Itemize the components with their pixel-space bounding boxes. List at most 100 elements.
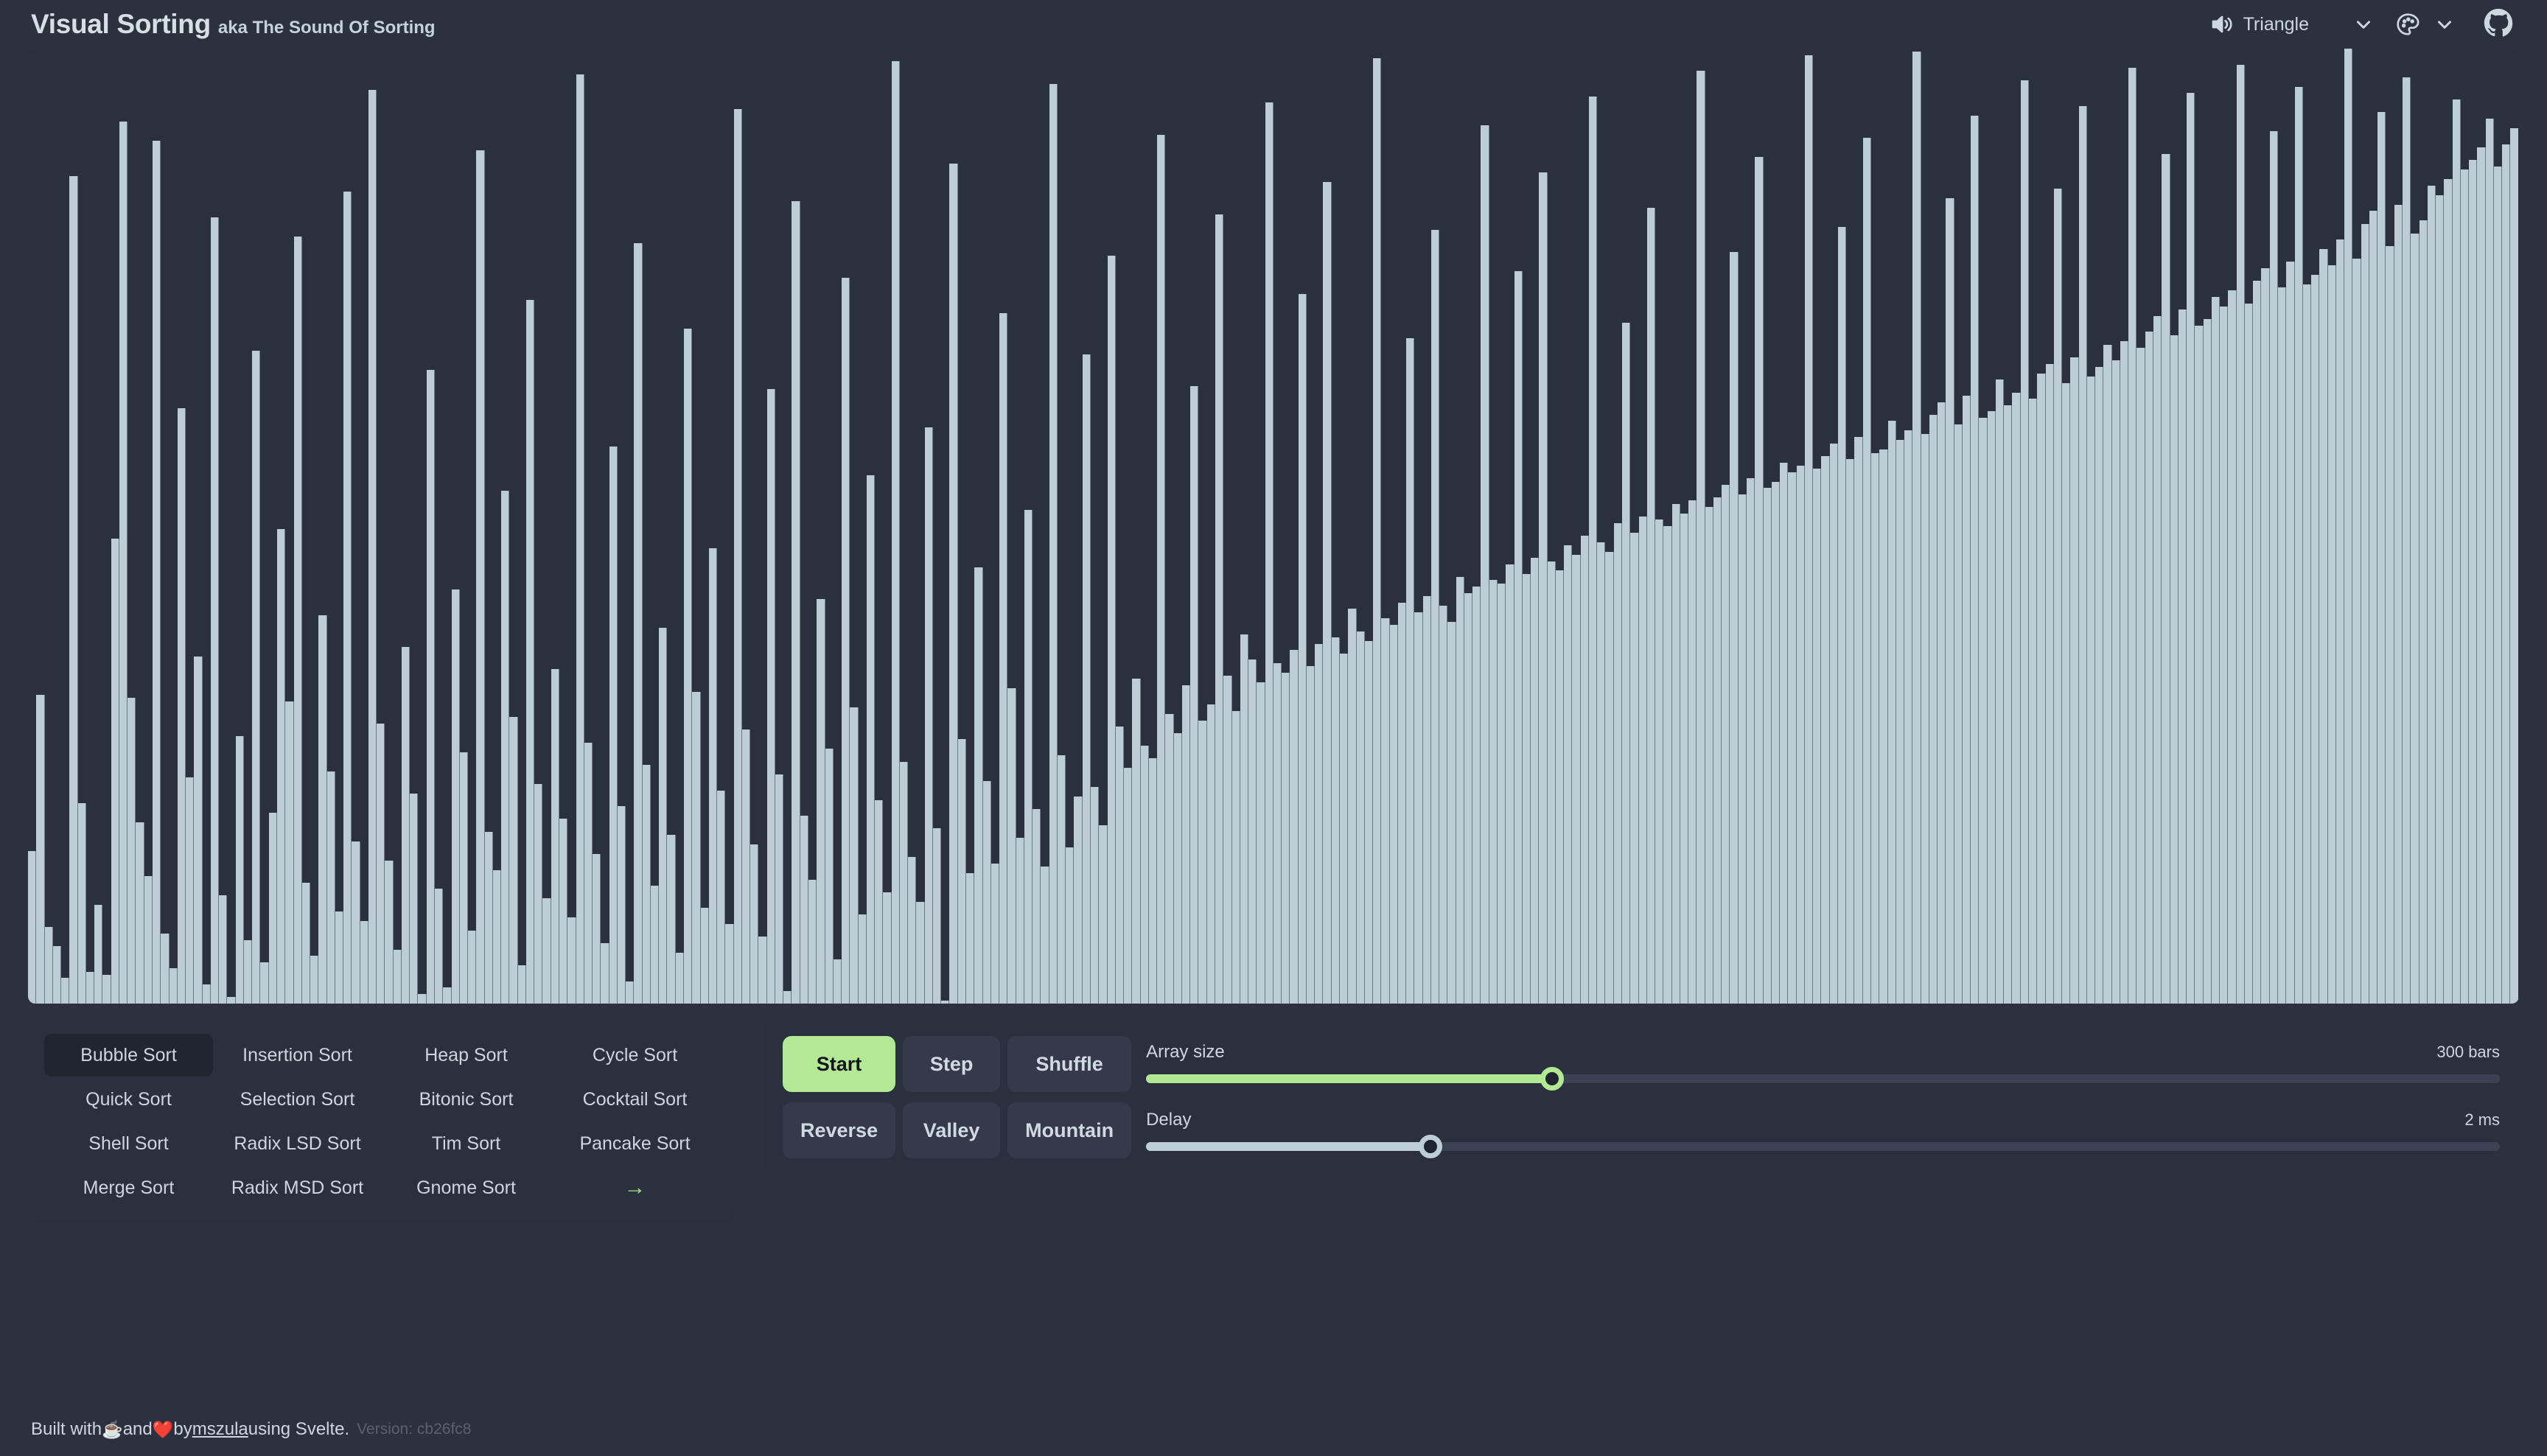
bar	[2037, 373, 2046, 1004]
bar	[368, 90, 377, 1004]
bar	[393, 949, 402, 1004]
bar	[2220, 306, 2229, 1004]
bar	[1066, 847, 1075, 1004]
bar	[443, 987, 452, 1004]
bar	[1688, 500, 1697, 1004]
waveform-selector[interactable]: Triangle	[2200, 8, 2385, 41]
algorithm-gnome-sort[interactable]: Gnome Sort	[382, 1166, 551, 1209]
bar	[2153, 315, 2162, 1004]
bar	[161, 933, 170, 1004]
bar	[1115, 727, 1125, 1004]
algorithm-cocktail-sort[interactable]: Cocktail Sort	[551, 1078, 719, 1121]
bar	[1041, 867, 1049, 1004]
algorithm-panel: Bubble Sort Insertion Sort Heap Sort Cycle …	[28, 1020, 736, 1223]
bar	[2111, 360, 2120, 1004]
array-size-slider-track[interactable]	[1146, 1067, 2500, 1091]
bar	[1290, 650, 1299, 1004]
version-label: Version: cb26fc8	[357, 1421, 472, 1438]
bar	[2253, 281, 2262, 1004]
algorithm-radix-msd-sort[interactable]: Radix MSD Sort	[213, 1166, 382, 1209]
bar-chart	[28, 49, 2519, 1004]
bar	[783, 990, 792, 1004]
bar	[360, 920, 368, 1004]
array-size-slider-thumb[interactable]	[1540, 1067, 1565, 1091]
start-button[interactable]: Start	[783, 1036, 896, 1092]
array-visualization-panel	[28, 49, 2519, 1004]
theme-selector[interactable]	[2385, 7, 2466, 41]
algorithm-tim-sort[interactable]: Tim Sort	[382, 1122, 551, 1165]
bar	[1638, 517, 1647, 1004]
algorithm-bubble-sort[interactable]: Bubble Sort	[44, 1034, 213, 1077]
bar	[1447, 621, 1456, 1004]
bar	[1181, 685, 1191, 1004]
algorithm-quick-sort[interactable]: Quick Sort	[44, 1078, 213, 1121]
bar	[2485, 119, 2494, 1004]
algorithm-grid: Bubble Sort Insertion Sort Heap Sort Cycle …	[44, 1033, 719, 1210]
bar	[1713, 497, 1722, 1004]
bar	[2045, 363, 2054, 1004]
app-header: Visual Sorting aka The Sound Of Sorting …	[0, 0, 2547, 49]
bar	[741, 729, 751, 1004]
algorithm-heap-sort[interactable]: Heap Sort	[382, 1034, 551, 1077]
bar	[825, 749, 834, 1004]
author-link[interactable]: mszula	[192, 1419, 248, 1440]
bar	[1406, 338, 1415, 1004]
algorithm-shell-sort[interactable]: Shell Sort	[44, 1122, 213, 1165]
bar	[2053, 189, 2063, 1004]
algorithm-radix-lsd-sort[interactable]: Radix LSD Sort	[213, 1122, 382, 1165]
algorithm-bitonic-sort[interactable]: Bitonic Sort	[382, 1078, 551, 1121]
palette-icon	[2395, 12, 2420, 37]
controls-panel: Start Step Shuffle Reverse Valley Mountain Ar…	[764, 1020, 2519, 1175]
bar	[1671, 503, 1680, 1004]
bar	[2004, 405, 2013, 1004]
bar	[1306, 666, 1316, 1004]
bar	[567, 917, 576, 1004]
algorithm-cycle-sort[interactable]: Cycle Sort	[551, 1034, 719, 1077]
bar	[1033, 809, 1041, 1004]
step-button[interactable]: Step	[903, 1036, 1001, 1092]
bar	[136, 822, 144, 1004]
delay-slider-value: 2 ms	[2464, 1110, 2500, 1129]
bar	[377, 723, 385, 1004]
bar	[77, 802, 86, 1004]
valley-button[interactable]: Valley	[903, 1102, 1001, 1158]
algorithm-merge-sort[interactable]: Merge Sort	[44, 1166, 213, 1209]
footer-prefix: Built with	[31, 1419, 102, 1439]
bar	[1646, 208, 1656, 1004]
bar	[451, 589, 460, 1004]
bar	[1481, 125, 1489, 1004]
bar	[1091, 787, 1100, 1004]
bar	[1007, 688, 1016, 1004]
bar	[2386, 245, 2394, 1004]
bar	[2469, 160, 2478, 1004]
bar	[1514, 271, 1523, 1004]
bar	[2369, 211, 2378, 1004]
bar	[285, 701, 294, 1004]
delay-slider-track[interactable]	[1146, 1135, 2500, 1158]
bar	[410, 793, 419, 1004]
reverse-button[interactable]: Reverse	[783, 1102, 896, 1158]
algorithm-selection-sort[interactable]: Selection Sort	[213, 1078, 382, 1121]
bar	[525, 300, 535, 1004]
bar	[750, 844, 759, 1004]
delay-slider-thumb[interactable]	[1418, 1135, 1442, 1158]
bar	[1938, 402, 1946, 1004]
array-size-slider-fill	[1146, 1074, 1553, 1083]
shuffle-button[interactable]: Shuffle	[1007, 1036, 1132, 1092]
bar	[2493, 166, 2503, 1004]
algorithm-pancake-sort[interactable]: Pancake Sort	[551, 1122, 719, 1165]
bar	[1107, 255, 1116, 1004]
mountain-button[interactable]: Mountain	[1007, 1102, 1132, 1158]
bar	[1506, 564, 1514, 1004]
bar	[36, 694, 45, 1004]
bar	[1074, 797, 1083, 1004]
bar	[899, 761, 909, 1004]
bar	[1389, 624, 1398, 1004]
bar	[2261, 268, 2270, 1004]
bar	[1323, 182, 1332, 1004]
bar	[318, 615, 327, 1004]
bar	[1439, 606, 1448, 1004]
more-algorithms-arrow-icon[interactable]: →	[551, 1166, 719, 1209]
algorithm-insertion-sort[interactable]: Insertion Sort	[213, 1034, 382, 1077]
github-link[interactable]	[2476, 4, 2520, 46]
